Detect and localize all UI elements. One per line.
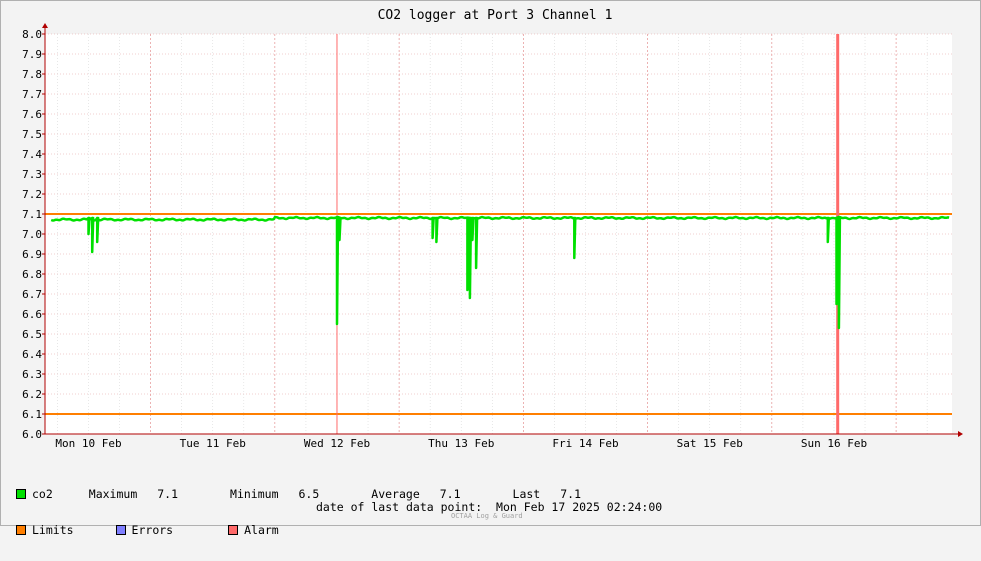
alarm-swatch — [228, 525, 239, 535]
legend-minimum-label: Minimum — [230, 487, 279, 501]
y-tick-label: 7.4 — [22, 148, 42, 161]
x-tick-label: Mon 10 Feb — [55, 437, 121, 450]
co2-swatch — [16, 489, 26, 499]
y-tick-label: 7.9 — [22, 48, 42, 61]
x-axis-arrow — [958, 431, 963, 437]
y-tick-label: 7.0 — [22, 228, 42, 241]
y-tick-label: 6.5 — [22, 328, 42, 341]
x-tick-label: Fri 14 Feb — [552, 437, 618, 450]
y-tick-label: 6.6 — [22, 308, 42, 321]
y-tick-label: 7.7 — [22, 88, 42, 101]
credit-text: OCTAA Log & Guard — [451, 512, 523, 520]
y-axis-arrow — [42, 23, 48, 28]
legend-minimum-value: 6.5 — [298, 487, 320, 501]
x-tick-label: Wed 12 Feb — [304, 437, 370, 450]
x-tick-label: Thu 13 Feb — [428, 437, 494, 450]
limits-swatch — [16, 525, 26, 535]
legend-last-value: 7.1 — [560, 487, 582, 501]
y-tick-label: 7.8 — [22, 68, 42, 81]
y-tick-label: 7.1 — [22, 208, 42, 221]
x-tick-label: Sun 16 Feb — [801, 437, 867, 450]
legend-co2-label: co2 — [32, 487, 53, 501]
legend-row-co2: co2 Maximum 7.1 Minimum 6.5 Average 7.1 Last 7.1 — [16, 488, 581, 500]
y-tick-label: 6.7 — [22, 288, 42, 301]
y-tick-label: 7.2 — [22, 188, 42, 201]
chart-window: CO2 logger at Port 3 Channel 1 6.0 6.1 6.2… — [0, 0, 981, 536]
y-tick-label: 7.3 — [22, 168, 42, 181]
y-tick-label: 8.0 — [22, 28, 42, 41]
y-tick-label: 6.8 — [22, 268, 42, 281]
legend-maximum-label: Maximum — [88, 487, 138, 501]
x-tick-labels: Mon 10 Feb Tue 11 Feb Wed 12 Feb Thu 13 Feb… — [55, 437, 867, 450]
y-tick-label: 6.4 — [22, 348, 42, 361]
y-tick-label: 7.5 — [22, 128, 42, 141]
y-tick-label: 7.6 — [22, 108, 42, 121]
y-tick-label: 6.9 — [22, 248, 42, 261]
co2-chart: CO2 logger at Port 3 Channel 1 6.0 6.1 6.2… — [22, 8, 963, 450]
y-tick-label: 6.0 — [22, 428, 42, 441]
y-tick-label: 6.1 — [22, 408, 42, 421]
legend-average-label: Average — [371, 487, 420, 501]
y-tick-label: 6.2 — [22, 388, 42, 401]
errors-swatch — [115, 525, 126, 535]
legend-last-label: Last — [512, 487, 541, 501]
x-tick-label: Sat 15 Feb — [677, 437, 743, 450]
y-tick-labels: 6.0 6.1 6.2 6.3 6.4 6.5 6.6 6.7 6.8 6.9 7.0 7.1 7.2 7… — [22, 28, 42, 441]
x-tick-label: Tue 11 Feb — [180, 437, 246, 450]
legend-maximum-value: 7.1 — [157, 487, 179, 501]
chart-title: CO2 logger at Port 3 Channel 1 — [378, 8, 613, 23]
legend-average-value: 7.1 — [439, 487, 461, 501]
y-tick-label: 6.3 — [22, 368, 42, 381]
